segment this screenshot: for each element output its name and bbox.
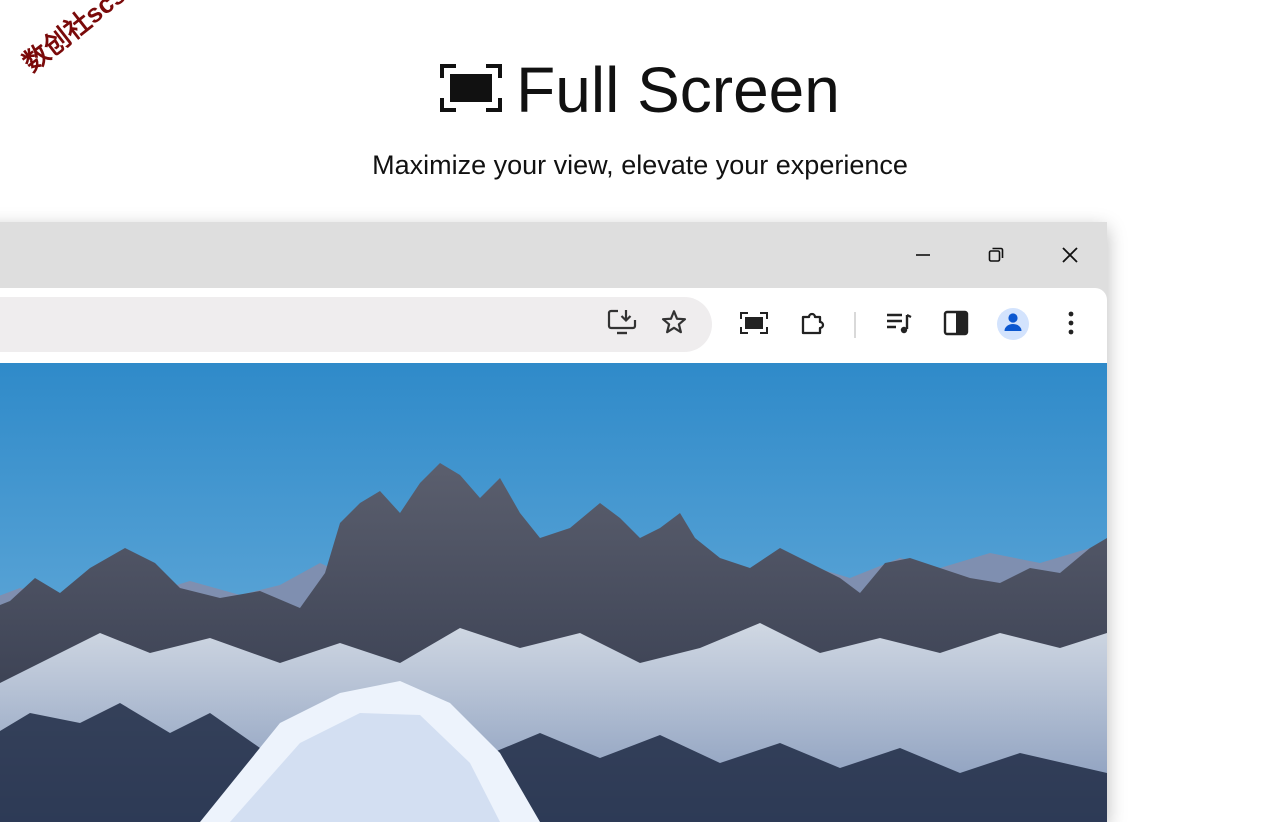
bookmark-star-icon [660, 308, 688, 341]
toolbar-divider [854, 312, 856, 338]
profile-button[interactable] [997, 308, 1029, 340]
side-panel-icon [943, 310, 969, 341]
restore-button[interactable] [979, 240, 1013, 274]
fullscreen-icon [440, 63, 503, 117]
hero: Full Screen Maximize your view, elevate … [0, 52, 1280, 181]
page-subtitle: Maximize your view, elevate your experie… [372, 150, 908, 180]
close-icon [1061, 246, 1079, 269]
more-menu-icon [1067, 310, 1075, 341]
media-queue-icon [885, 310, 913, 341]
mountain-landscape-image [0, 363, 1107, 822]
side-panel-button[interactable] [939, 308, 973, 342]
hero-title-row: Full Screen [440, 52, 840, 128]
close-button[interactable] [1053, 240, 1087, 274]
install-app-icon [607, 308, 637, 341]
extensions-button[interactable] [796, 308, 830, 342]
install-app-button[interactable] [605, 307, 639, 341]
address-bar[interactable] [0, 297, 712, 352]
page-title: Full Screen [516, 54, 840, 126]
minimize-icon [914, 246, 932, 269]
restore-icon [987, 246, 1005, 269]
profile-avatar-icon [1002, 311, 1024, 338]
media-queue-button[interactable] [882, 308, 916, 342]
extensions-puzzle-icon [799, 309, 827, 342]
fullscreen-extension-button[interactable] [737, 308, 771, 342]
browser-window [0, 222, 1107, 822]
bookmark-button[interactable] [657, 307, 691, 341]
more-menu-button[interactable] [1054, 308, 1088, 342]
browser-toolbar [0, 288, 1107, 363]
page-viewport[interactable] [0, 363, 1107, 822]
title-bar [0, 222, 1107, 288]
minimize-button[interactable] [906, 240, 940, 274]
fullscreen-extension-icon [740, 311, 768, 339]
